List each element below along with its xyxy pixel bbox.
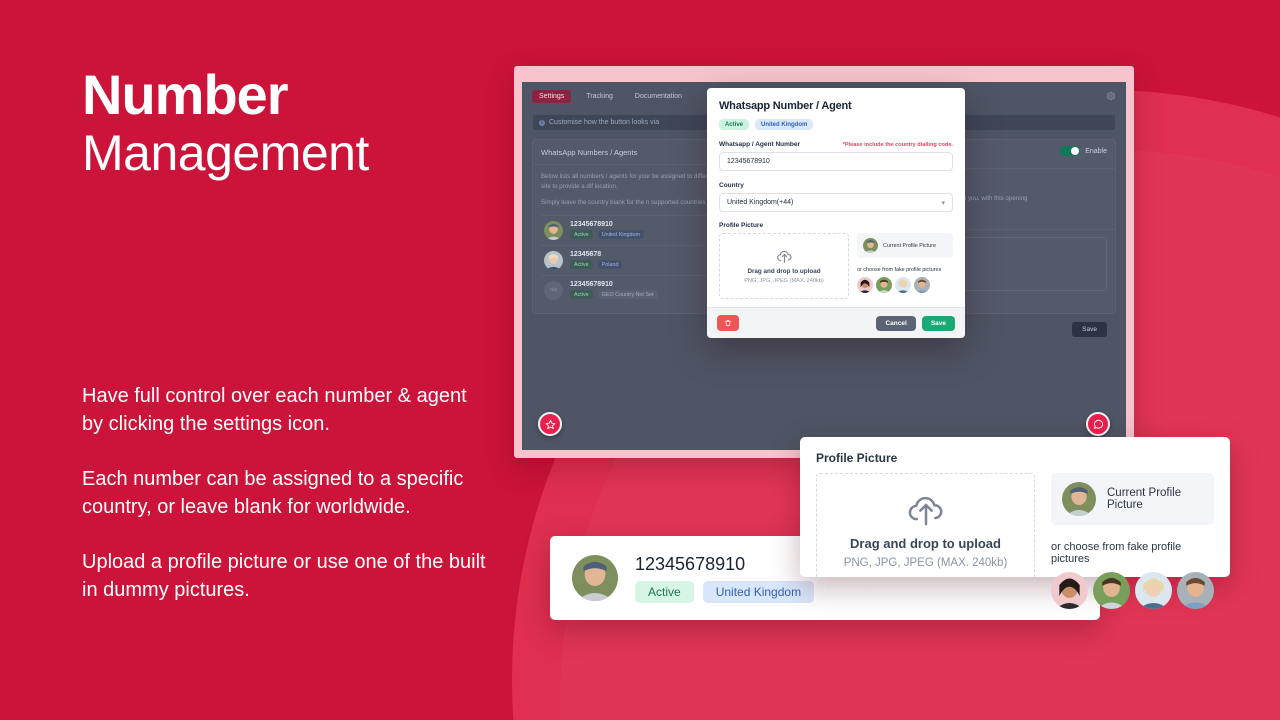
- avatar: [572, 555, 618, 601]
- headline-light: Management: [82, 125, 369, 182]
- modal-dropzone-main: Drag and drop to upload: [747, 268, 821, 275]
- tab-settings[interactable]: Settings: [532, 89, 572, 103]
- modal-footer: Cancel Save: [707, 307, 965, 338]
- enable-toggle[interactable]: [1060, 146, 1081, 156]
- profile-picture-card: Profile Picture Drag and drop to upload …: [800, 437, 1230, 609]
- profile-card-dropzone-sub: PNG, JPG, JPEG (MAX. 240kb): [843, 556, 1008, 569]
- number-field-hint: *Please include the country dialling cod…: [842, 142, 953, 148]
- avatar: [544, 220, 563, 240]
- modal-fake-pictures-label: or choose from fake profile pictures: [857, 267, 942, 273]
- cloud-upload-icon: [776, 250, 791, 263]
- save-button[interactable]: Save: [921, 315, 955, 331]
- panel-save-button[interactable]: Save: [1072, 321, 1107, 337]
- status-badge: Active: [570, 260, 593, 270]
- cloud-upload-icon: [908, 496, 942, 525]
- fake-avatar-option[interactable]: [876, 277, 892, 293]
- status-badge: Active: [719, 119, 750, 130]
- fake-avatar-option[interactable]: [1177, 572, 1214, 609]
- country-badge: Poland: [597, 260, 623, 270]
- avatar: [863, 238, 878, 253]
- marketing-headline-block: Number Management: [82, 63, 502, 182]
- profile-card-fake-row: [1051, 572, 1214, 609]
- cancel-button[interactable]: Cancel: [876, 315, 916, 331]
- fake-avatar-option[interactable]: [857, 277, 873, 293]
- number-field-label: Whatsapp / Agent Number: [719, 141, 801, 148]
- marketing-body-block: Have full control over each number & age…: [82, 382, 492, 604]
- modal-profile-picture-label: Profile Picture: [719, 222, 764, 229]
- chat-icon[interactable]: [1086, 412, 1110, 436]
- modal-dropzone-sub: PNG, JPG, JPEG (MAX. 240kb): [744, 278, 824, 284]
- tab-tracking[interactable]: Tracking: [579, 90, 620, 103]
- fake-avatar-option[interactable]: [1093, 572, 1130, 609]
- country-badge: United Kingdom: [702, 580, 815, 603]
- country-badge: United Kingdom: [755, 119, 814, 130]
- modal-fake-pictures-row: [857, 277, 953, 293]
- headline-bold: Number: [82, 63, 289, 126]
- whatsapp-number-modal: Whatsapp Number / Agent Active United Ki…: [707, 88, 965, 338]
- status-badge: Active: [570, 230, 593, 240]
- avatar-placeholder: n/a: [544, 280, 563, 300]
- number-card-number: 12345678910: [635, 553, 746, 574]
- marketing-paragraph-3: Upload a profile picture or use one of t…: [82, 550, 486, 601]
- country-field-label: Country: [719, 182, 744, 189]
- modal-dropzone[interactable]: Drag and drop to upload PNG, JPG, JPEG (…: [719, 233, 849, 299]
- profile-card-current-label: Current Profile Picture: [1107, 487, 1182, 511]
- trash-icon[interactable]: [717, 315, 739, 331]
- fake-avatar-option[interactable]: [1051, 572, 1088, 609]
- avatar: [1062, 482, 1096, 516]
- fake-avatar-option[interactable]: [1135, 572, 1172, 609]
- modal-current-profile-label: Current Profile Picture: [883, 242, 937, 249]
- profile-card-fake-label: or choose from fake profile pictures: [1051, 541, 1182, 565]
- profile-card-current-picture[interactable]: Current Profile Picture: [1051, 473, 1214, 525]
- profile-card-dropzone[interactable]: Drag and drop to upload PNG, JPG, JPEG (…: [816, 473, 1035, 585]
- star-icon[interactable]: [538, 412, 562, 436]
- country-badge: United Kingdom: [597, 230, 645, 240]
- info-icon: i: [539, 119, 545, 126]
- status-badge: Active: [570, 290, 593, 300]
- country-select[interactable]: United Kingdom(+44) ▾: [719, 193, 953, 212]
- profile-card-dropzone-main: Drag and drop to upload: [850, 535, 1001, 551]
- number-input[interactable]: 12345678910: [719, 152, 953, 171]
- tab-documentation[interactable]: Documentation: [628, 90, 689, 103]
- enable-toggle-label: Enable: [1085, 147, 1107, 155]
- modal-title: Whatsapp Number / Agent: [719, 100, 852, 112]
- enable-toggle-wrap[interactable]: Enable: [1060, 146, 1107, 156]
- avatar: [544, 250, 563, 270]
- profile-picture-card-title: Profile Picture: [816, 451, 898, 465]
- marketing-paragraph-1: Have full control over each number & age…: [82, 385, 467, 436]
- status-badge: Active: [635, 580, 694, 603]
- fake-avatar-option[interactable]: [914, 277, 930, 293]
- gear-icon[interactable]: [1106, 91, 1116, 101]
- modal-badges: Active United Kingdom: [719, 119, 953, 130]
- country-badge: GEO Country Not Set: [597, 290, 658, 300]
- fake-avatar-option[interactable]: [895, 277, 911, 293]
- modal-current-profile-picture[interactable]: Current Profile Picture: [857, 233, 953, 258]
- info-banner-text: Customise how the button looks via: [549, 119, 660, 126]
- marketing-paragraph-2: Each number can be assigned to a specifi…: [82, 467, 464, 519]
- country-select-value: United Kingdom(+44): [727, 199, 794, 206]
- chevron-down-icon: ▾: [941, 199, 945, 207]
